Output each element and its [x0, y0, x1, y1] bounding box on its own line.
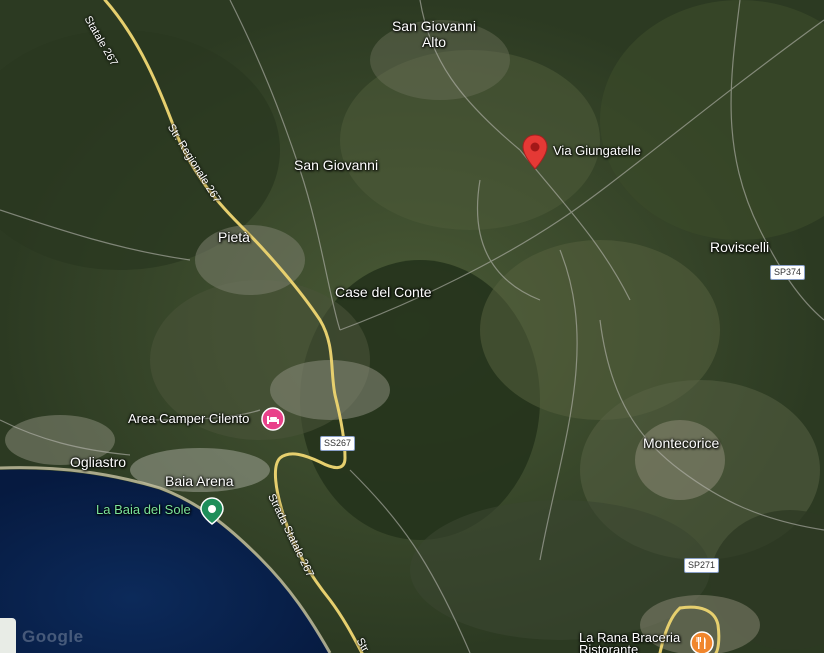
- poi-restaurant[interactable]: [690, 631, 714, 653]
- location-pin[interactable]: [522, 134, 548, 175]
- poi-restaurant-label[interactable]: La Rana Braceria Ristorante: [579, 631, 680, 653]
- poi-beach[interactable]: [200, 497, 224, 530]
- park-pin-icon: [200, 497, 224, 525]
- place-montecorice[interactable]: Montecorice: [643, 435, 719, 451]
- shield-ss267: SS267: [320, 436, 356, 451]
- map-pin-icon: [522, 134, 548, 170]
- place-baia-arena[interactable]: Baia Arena: [165, 473, 234, 489]
- satellite-imagery: [0, 0, 824, 653]
- poi-camper-label[interactable]: Area Camper Cilento: [128, 411, 249, 427]
- shield-sp271: SP271: [684, 558, 720, 573]
- map-view[interactable]: Statale 267 Str. Regionale 267 Strada St…: [0, 0, 824, 653]
- place-san-giovanni[interactable]: San Giovanni: [294, 157, 378, 173]
- fork-knife-icon: [690, 631, 714, 653]
- place-pieta[interactable]: Pietà: [218, 229, 250, 245]
- google-watermark: Google: [22, 627, 84, 646]
- shield-sp374: SP374: [770, 265, 806, 280]
- place-roviscelli[interactable]: Roviscelli: [710, 239, 769, 255]
- poi-camper[interactable]: [261, 407, 285, 436]
- pin-label[interactable]: Via Giungatelle: [553, 143, 641, 159]
- place-case-del-conte[interactable]: Case del Conte: [335, 284, 432, 300]
- place-san-giovanni-alto[interactable]: San Giovanni Alto: [384, 18, 484, 50]
- map-control-corner[interactable]: [0, 618, 16, 653]
- bed-icon: [261, 407, 285, 431]
- place-ogliastro[interactable]: Ogliastro: [70, 454, 126, 470]
- poi-beach-label[interactable]: La Baia del Sole: [96, 502, 191, 518]
